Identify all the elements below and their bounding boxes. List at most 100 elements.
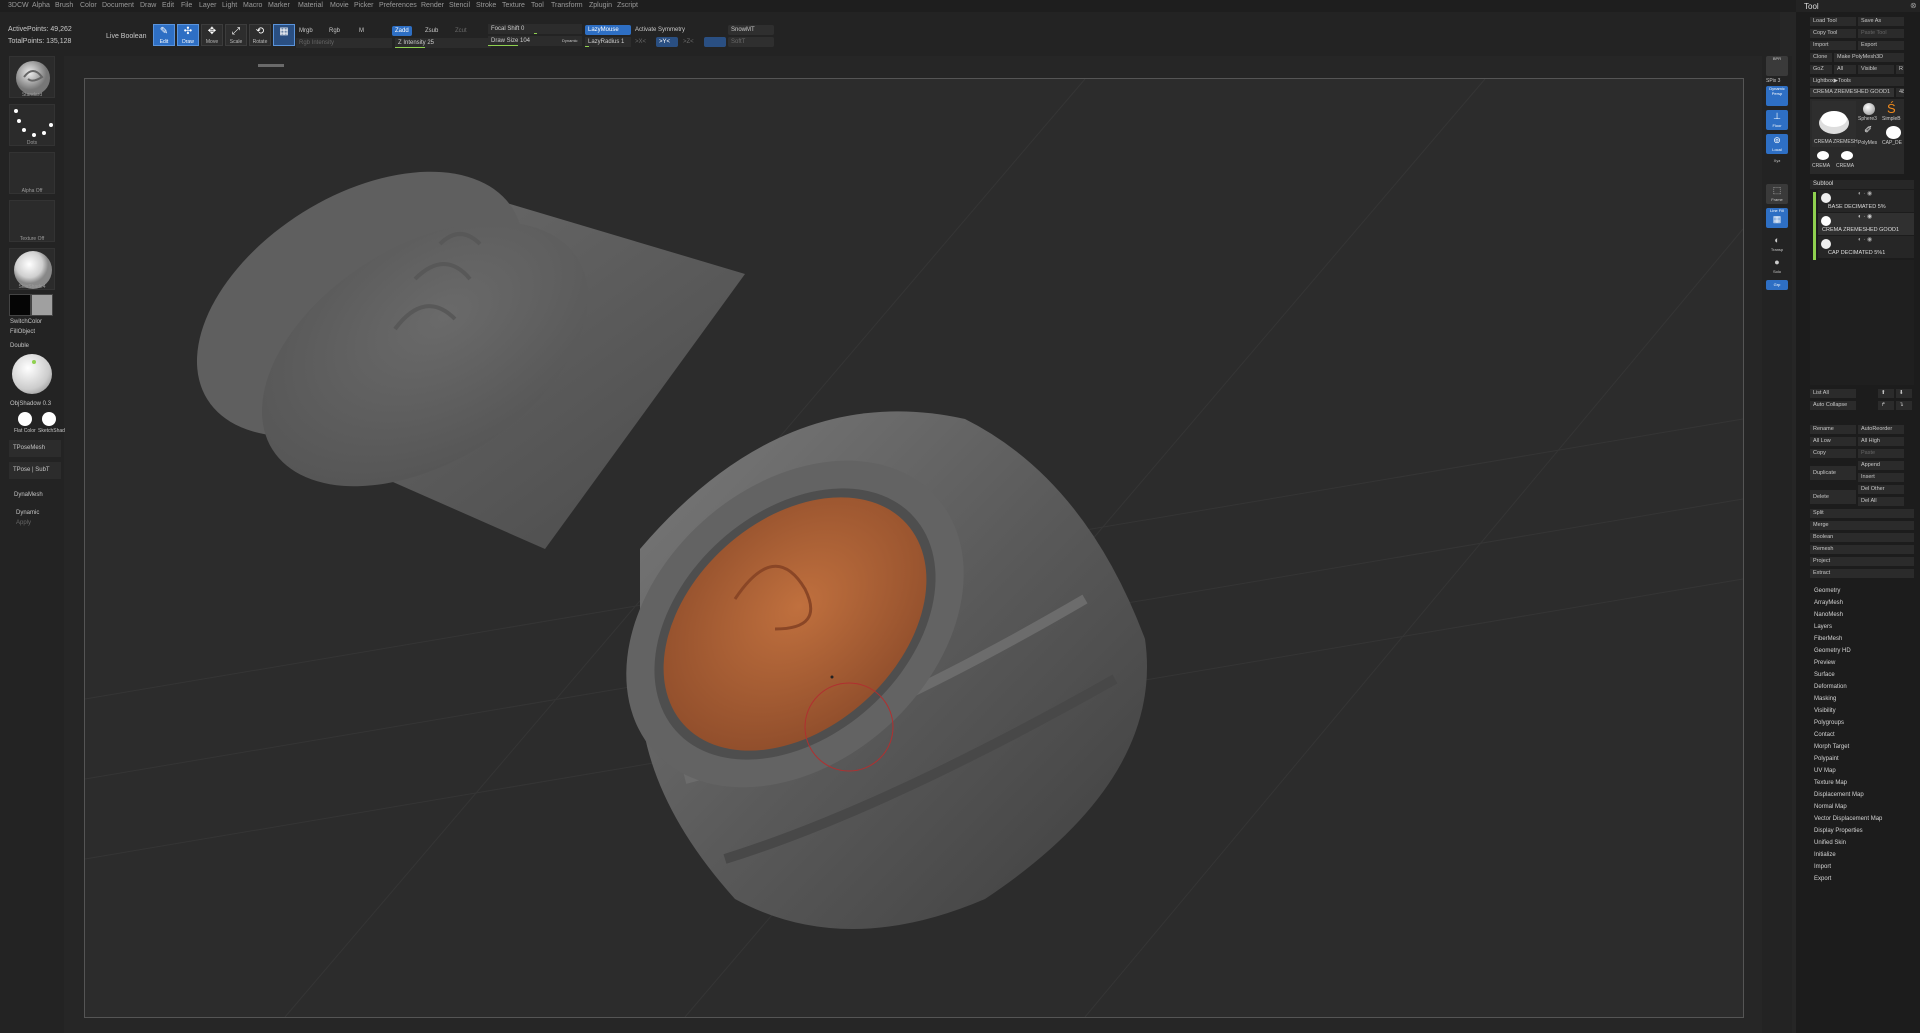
mrgb-toggle[interactable]: Mrgb [296, 26, 316, 36]
palette-polygroups[interactable]: Polygroups [1814, 720, 1844, 726]
sub-slot[interactable]: SoftT [728, 37, 774, 47]
palette-polypaint[interactable]: Polypaint [1814, 756, 1839, 762]
subtool-row-selected[interactable]: ◐ · ◉ CREMA ZREMESHED GOOD1 [1818, 213, 1914, 235]
activate-symmetry-button[interactable]: Activate Symmetry [632, 25, 688, 35]
palette-contact[interactable]: Contact [1814, 732, 1835, 738]
palette-layers[interactable]: Layers [1814, 624, 1832, 630]
menu-document[interactable]: Document [102, 2, 134, 9]
menu-preferences[interactable]: Preferences [379, 2, 417, 9]
x-symmetry-toggle[interactable]: >X< [632, 37, 649, 47]
menu-layer[interactable]: Layer [199, 2, 217, 9]
palette-visibility[interactable]: Visibility [1814, 708, 1836, 714]
grp-button[interactable]: Grp [1766, 280, 1788, 290]
flat-color-sphere-icon[interactable] [18, 412, 32, 426]
copy-tool-button[interactable]: Copy Tool [1810, 29, 1856, 38]
palette-arraymesh[interactable]: ArrayMesh [1814, 600, 1843, 606]
visible-button[interactable]: Visible [1858, 65, 1894, 74]
zcut-toggle[interactable]: Zcut [452, 26, 470, 36]
palette-geometry-hd[interactable]: Geometry HD [1814, 648, 1851, 654]
focal-shift-slider[interactable]: Focal Shift 0 [488, 24, 582, 34]
tool-thumb-crema-b[interactable]: CREMA [1836, 149, 1858, 171]
load-tool-button[interactable]: Load Tool [1810, 17, 1856, 26]
palette-deformation[interactable]: Deformation [1814, 684, 1847, 690]
move-down-button[interactable]: ⬇ [1896, 389, 1912, 398]
menu-marker[interactable]: Marker [268, 2, 290, 9]
jar-mesh[interactable] [561, 394, 1147, 929]
subtool-header[interactable]: Subtool [1810, 180, 1914, 189]
lazyradius-slider[interactable]: LazyRadius 1 [585, 37, 631, 47]
z-intensity-slider[interactable]: Z Intensity 25 [395, 38, 491, 48]
menu-material[interactable]: Material [298, 2, 323, 9]
primary-color-swatch[interactable] [9, 294, 31, 316]
canvas-viewport[interactable] [84, 78, 1744, 1018]
current-tool-slider[interactable]: CREMA ZREMESHED GOOD1 [1810, 88, 1894, 97]
menu-edit[interactable]: Edit [162, 2, 174, 9]
copy-button[interactable]: Copy [1810, 449, 1856, 458]
del-all-button[interactable]: Del All [1858, 497, 1904, 506]
menu-color[interactable]: Color [80, 2, 97, 9]
import-button[interactable]: Import [1810, 41, 1856, 50]
obj-shadow-slider[interactable]: ObjShadow 0.3 [10, 401, 51, 407]
goz-button[interactable]: GoZ [1810, 65, 1832, 74]
canvas-render[interactable] [85, 79, 1743, 1017]
palette-masking[interactable]: Masking [1814, 696, 1836, 702]
merge-menu[interactable]: Merge [1810, 521, 1914, 530]
menu-zscript[interactable]: Zscript [617, 2, 638, 9]
menu-zplugin[interactable]: Zplugin [589, 2, 612, 9]
palette-nanomesh[interactable]: NanoMesh [1814, 612, 1843, 618]
dynamic-label[interactable]: Dynamic [16, 510, 39, 516]
all-low-button[interactable]: All Low [1810, 437, 1856, 446]
r-button[interactable]: R [1896, 65, 1904, 74]
subtool-scrollbar[interactable] [1813, 192, 1816, 266]
save-as-button[interactable]: Save As [1858, 17, 1904, 26]
menu-alpha[interactable]: Alpha [32, 2, 50, 9]
polyframe-button[interactable]: ▦ [273, 24, 295, 46]
live-boolean-button[interactable]: Live Boolean [106, 33, 146, 40]
export-button[interactable]: Export [1858, 41, 1904, 50]
palette-unified-skin[interactable]: Unified Skin [1814, 840, 1846, 846]
cap-mesh[interactable] [150, 117, 745, 549]
tool-thumb-sphere3[interactable]: Sphere3 [1858, 101, 1880, 125]
menu-brush[interactable]: Brush [55, 2, 73, 9]
edit-button[interactable]: ✎ Edit [153, 24, 175, 46]
make-polymesh-button[interactable]: Make PolyMesh3D [1834, 53, 1904, 62]
menu-macro[interactable]: Macro [243, 2, 262, 9]
local-button[interactable]: ⊚ Local [1766, 134, 1788, 154]
rotate-button[interactable]: ⟲ Rotate [249, 24, 271, 46]
menu-draw[interactable]: Draw [140, 2, 156, 9]
menu-texture[interactable]: Texture [502, 2, 525, 9]
draw-button[interactable]: ✣ Draw [177, 24, 199, 46]
menu-render[interactable]: Render [421, 2, 444, 9]
clone-button[interactable]: Clone [1810, 53, 1832, 62]
all-button[interactable]: All [1834, 65, 1856, 74]
zadd-toggle[interactable]: Zadd [392, 26, 412, 36]
menu-tool[interactable]: Tool [531, 2, 544, 9]
palette-geometry[interactable]: Geometry [1814, 588, 1840, 594]
del-other-button[interactable]: Del Other [1858, 485, 1904, 494]
apply-button[interactable]: Apply [16, 520, 31, 526]
xyz-button[interactable]: Xyz [1766, 158, 1788, 178]
spix-slider[interactable]: SPix 3 [1766, 78, 1780, 84]
paste-tool-button[interactable]: Paste Tool [1858, 29, 1904, 38]
menu-picker[interactable]: Picker [354, 2, 373, 9]
light-sphere[interactable] [12, 354, 52, 394]
palette-texture-map[interactable]: Texture Map [1814, 780, 1847, 786]
boolean-menu[interactable]: Boolean [1810, 533, 1914, 542]
move-up-button[interactable]: ⬆ [1878, 389, 1894, 398]
subtool-toggles-icon[interactable]: ◐ · ◉ [1858, 190, 1872, 197]
subtool-toggles-icon[interactable]: ◐ · ◉ [1858, 213, 1872, 220]
menu-stencil[interactable]: Stencil [449, 2, 470, 9]
insert-button[interactable]: Insert [1858, 473, 1904, 482]
tool-thumb-simplebrush[interactable]: Ś SimpleB [1882, 101, 1904, 125]
all-high-button[interactable]: All High [1858, 437, 1904, 446]
y-symmetry-toggle[interactable]: >Y< [656, 37, 678, 47]
arrow-icon[interactable]: ↴ [1896, 401, 1912, 410]
r-symmetry-toggle[interactable] [704, 37, 726, 47]
tool-panel-header[interactable]: Tool ⊗ [1796, 0, 1920, 12]
palette-uv-map[interactable]: UV Map [1814, 768, 1836, 774]
palette-vector-displacement-map[interactable]: Vector Displacement Map [1814, 816, 1882, 822]
z-symmetry-toggle[interactable]: >Z< [680, 37, 697, 47]
bpr-button[interactable]: BPR [1766, 56, 1788, 76]
extract-menu[interactable]: Extract [1810, 569, 1914, 578]
tpose-subt-button[interactable]: TPose | SubT [9, 462, 61, 479]
